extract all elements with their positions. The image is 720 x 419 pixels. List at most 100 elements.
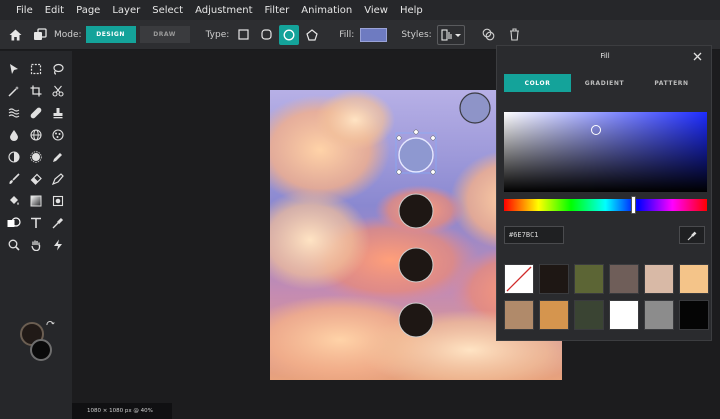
trash-icon[interactable]: [505, 25, 525, 45]
clone-stamp-tool-icon[interactable]: [48, 103, 68, 123]
zoom-tool-icon[interactable]: [4, 235, 24, 255]
mode-label: Mode:: [54, 29, 82, 40]
brush-tool-icon[interactable]: [4, 169, 24, 189]
polygon-shape-button[interactable]: [302, 25, 322, 45]
menu-page[interactable]: Page: [76, 5, 100, 16]
type-label: Type:: [205, 29, 230, 40]
shapes-tool-icon[interactable]: [4, 213, 24, 233]
text-tool-icon[interactable]: [26, 213, 46, 233]
polygon-icon: [306, 28, 318, 41]
hand-tool-icon[interactable]: [26, 235, 46, 255]
liquify-tool-icon[interactable]: [4, 103, 24, 123]
paint-bucket-tool-icon[interactable]: [4, 191, 24, 211]
color-swatch[interactable]: [644, 300, 674, 330]
pen-tool-icon[interactable]: [48, 169, 68, 189]
color-swatch[interactable]: [539, 264, 569, 294]
blur-tool-icon[interactable]: [4, 125, 24, 145]
swap-colors-icon[interactable]: [44, 319, 56, 331]
color-swatch[interactable]: [679, 300, 709, 330]
mode-switch-icon[interactable]: [30, 25, 50, 45]
color-swatch[interactable]: [679, 264, 709, 294]
sponge-tool-icon[interactable]: [48, 125, 68, 145]
menu-edit[interactable]: Edit: [45, 5, 64, 16]
menu-view[interactable]: View: [364, 5, 388, 16]
dodge-tool-icon[interactable]: [4, 147, 24, 167]
menu-animation[interactable]: Animation: [301, 5, 352, 16]
editor-app: File Edit Page Layer Select Adjustment F…: [0, 0, 720, 419]
color-swatch[interactable]: [574, 300, 604, 330]
tab-gradient[interactable]: GRADIENT: [571, 74, 638, 92]
eraser-tool-icon[interactable]: [26, 169, 46, 189]
rectangle-shape-button[interactable]: [233, 25, 253, 45]
color-swatch[interactable]: [644, 264, 674, 294]
rectangle-icon: [238, 29, 249, 40]
resize-handle-top-right[interactable]: [430, 135, 436, 141]
gradient-tool-icon[interactable]: [26, 191, 46, 211]
draw-mode-button[interactable]: DRAW: [139, 26, 190, 43]
saturation-brightness-picker[interactable]: [504, 112, 707, 192]
eyedropper-button[interactable]: [679, 226, 705, 244]
duplicate-icon[interactable]: [479, 25, 499, 45]
color-swatch[interactable]: [539, 300, 569, 330]
ellipse-shape-dark-2[interactable]: [398, 247, 434, 283]
color-swatch[interactable]: [609, 264, 639, 294]
fill-label: Fill:: [339, 29, 355, 40]
magic-wand-tool-icon[interactable]: [4, 81, 24, 101]
home-icon[interactable]: [5, 25, 25, 45]
tab-pattern[interactable]: PATTERN: [638, 74, 705, 92]
marquee-tool-icon[interactable]: [26, 59, 46, 79]
healing-tool-icon[interactable]: [26, 103, 46, 123]
ellipse-shape-selected[interactable]: [398, 137, 434, 173]
lasso-tool-icon[interactable]: [48, 59, 68, 79]
rounded-rect-shape-button[interactable]: [256, 25, 276, 45]
menu-filter[interactable]: Filter: [265, 5, 290, 16]
menu-adjustment[interactable]: Adjustment: [195, 5, 252, 16]
shape-tool-icon[interactable]: [48, 191, 68, 211]
close-icon[interactable]: [689, 48, 705, 64]
cut-tool-icon[interactable]: [48, 81, 68, 101]
no-fill-icon: [506, 266, 532, 292]
ellipse-shape-dark-3[interactable]: [398, 302, 434, 338]
menu-layer[interactable]: Layer: [112, 5, 140, 16]
color-picker-tool-icon[interactable]: [48, 147, 68, 167]
tools-panel: [0, 51, 72, 419]
resize-handle-bottom-right[interactable]: [430, 169, 436, 175]
rounded-rectangle-icon: [261, 29, 272, 40]
crop-tool-icon[interactable]: [26, 81, 46, 101]
styles-dropdown[interactable]: [436, 24, 465, 45]
color-swatch[interactable]: [504, 300, 534, 330]
design-mode-button[interactable]: DESIGN: [85, 26, 136, 43]
ellipse-shape-dark-1[interactable]: [398, 193, 434, 229]
saturation-handle[interactable]: [591, 125, 601, 135]
resize-handle-top[interactable]: [413, 129, 419, 135]
background-color-swatch[interactable]: [30, 339, 52, 361]
lightning-tool-icon[interactable]: [48, 235, 68, 255]
color-swatch[interactable]: [504, 264, 534, 294]
fill-tabs: COLOR GRADIENT PATTERN: [504, 74, 705, 92]
canvas-status: 1080 × 1080 px @ 40%: [72, 403, 172, 419]
pipette-tool-icon[interactable]: [48, 213, 68, 233]
canvas-shapes-layer: [395, 92, 491, 338]
hue-slider[interactable]: [504, 196, 707, 214]
menu-select[interactable]: Select: [152, 5, 183, 16]
menu-bar: File Edit Page Layer Select Adjustment F…: [0, 0, 720, 20]
tab-color[interactable]: COLOR: [504, 74, 571, 92]
ellipse-shape-top-right[interactable]: [459, 92, 491, 124]
hue-slider-handle[interactable]: [631, 196, 636, 214]
hex-color-input[interactable]: #6E7BC1: [504, 226, 564, 244]
resize-handle-top-left[interactable]: [396, 135, 402, 141]
sphere-tool-icon[interactable]: [26, 125, 46, 145]
fill-panel: Fill COLOR GRADIENT PATTERN #6E7BC1: [496, 45, 712, 341]
fill-color-swatch[interactable]: [360, 27, 388, 42]
eyedropper-icon: [687, 231, 696, 240]
ellipse-shape-button[interactable]: [279, 24, 300, 45]
color-swatch[interactable]: [574, 264, 604, 294]
ellipse-icon: [283, 29, 295, 40]
burn-tool-icon[interactable]: [26, 147, 46, 167]
menu-file[interactable]: File: [16, 5, 33, 16]
move-tool-icon[interactable]: [4, 59, 24, 79]
menu-help[interactable]: Help: [400, 5, 423, 16]
resize-handle-bottom-left[interactable]: [396, 169, 402, 175]
panel-title: Fill: [600, 52, 610, 60]
color-swatch[interactable]: [609, 300, 639, 330]
